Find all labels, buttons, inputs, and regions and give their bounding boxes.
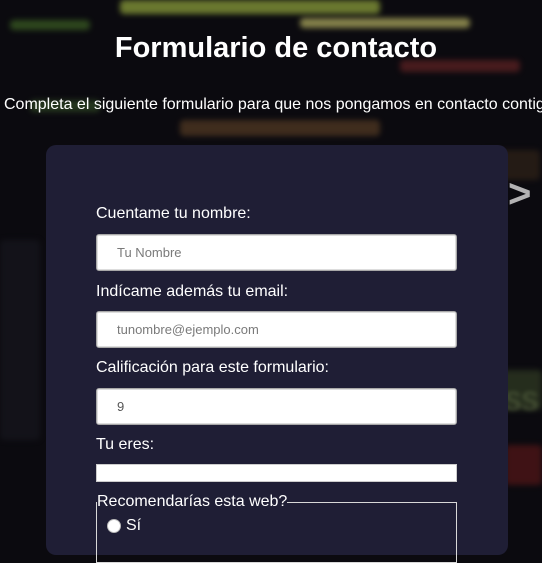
role-label: Tu eres: bbox=[96, 436, 155, 453]
name-input[interactable] bbox=[96, 234, 457, 271]
radio-button[interactable] bbox=[107, 519, 121, 533]
page-title: Formulario de contacto bbox=[114, 32, 438, 64]
email-label: Indícame además tu email: bbox=[96, 283, 289, 300]
recommend-option-yes[interactable]: Sí bbox=[107, 517, 456, 535]
recommend-legend: Recomendarías esta web? bbox=[97, 493, 288, 510]
page-subtitle: Completa el siguiente formulario para qu… bbox=[4, 96, 542, 113]
name-label: Cuentame tu nombre: bbox=[96, 205, 251, 222]
recommend-option-label: Sí bbox=[126, 517, 142, 534]
rating-input[interactable] bbox=[96, 388, 457, 425]
role-select[interactable] bbox=[96, 464, 457, 482]
recommend-fieldset: Recomendarías esta web? Sí bbox=[96, 493, 457, 563]
email-input[interactable] bbox=[96, 311, 457, 348]
rating-label: Calificación para este formulario: bbox=[96, 359, 329, 376]
